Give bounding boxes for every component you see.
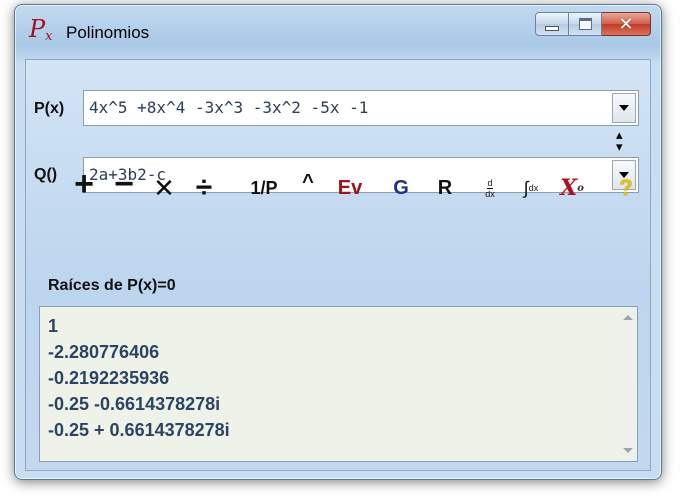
results-title: Raíces de P(x)=0 xyxy=(48,277,176,294)
roots-button[interactable]: Xo xyxy=(558,172,586,204)
results-list-box[interactable]: 1 -2.280776406 -0.2192235936 -0.25 -0.66… xyxy=(39,306,638,462)
help-button[interactable]: ? xyxy=(616,172,636,204)
list-item[interactable]: -0.25 -0.6614378278i xyxy=(48,391,230,417)
help-icon: ? xyxy=(619,175,633,200)
divide-icon: ÷ xyxy=(195,171,213,204)
minimize-icon xyxy=(545,25,559,31)
r-label: R xyxy=(437,176,453,199)
window-title: Polinomios xyxy=(66,23,150,42)
p-polynomial-combo[interactable]: 4x^5 +8x^4 -3x^3 -3x^2 -5x -1 xyxy=(83,90,639,126)
roots-icon: X xyxy=(560,175,578,201)
app-logo-sub: x xyxy=(45,29,53,44)
scroll-down-icon[interactable] xyxy=(623,448,633,453)
r-button[interactable]: R xyxy=(434,172,456,204)
p-dropdown-button[interactable] xyxy=(612,93,636,123)
app-logo-letter: P xyxy=(29,15,46,43)
p-polynomial-input[interactable]: 4x^5 +8x^4 -3x^3 -3x^2 -5x -1 xyxy=(89,98,368,117)
close-button[interactable]: ✕ xyxy=(602,12,651,36)
power-icon: ^ xyxy=(302,170,314,193)
multiply-button[interactable]: ✕ xyxy=(151,172,177,204)
minimize-button[interactable] xyxy=(535,12,569,36)
power-button[interactable]: ^ xyxy=(300,166,316,198)
roots-sub: o xyxy=(577,182,584,194)
reciprocal-label: 1/P xyxy=(250,177,278,198)
maximize-icon xyxy=(578,18,592,30)
plus-icon: + xyxy=(74,164,94,203)
client-area: P(x) 4x^5 +8x^4 -3x^3 -3x^2 -5x -1 ▴ ▾ Q(… xyxy=(25,59,651,471)
integral-button[interactable]: ∫ dx xyxy=(516,172,546,204)
derivative-icon-bottom: dx xyxy=(485,188,495,199)
q-label: Q() xyxy=(34,166,58,183)
roots-list: 1 -2.280776406 -0.2192235936 -0.25 -0.66… xyxy=(48,313,230,443)
title-bar[interactable]: Px Polinomios ✕ xyxy=(15,5,661,51)
close-icon: ✕ xyxy=(618,14,634,34)
minus-icon: − xyxy=(114,164,134,203)
p-label: P(x) xyxy=(34,100,65,117)
evaluate-button[interactable]: Ev xyxy=(334,172,366,204)
window-controls: ✕ xyxy=(535,12,651,36)
list-item[interactable]: 1 xyxy=(48,313,230,339)
subtract-button[interactable]: − xyxy=(110,165,138,203)
list-item[interactable]: -0.2192235936 xyxy=(48,365,230,391)
g-label: G xyxy=(393,176,409,199)
chevron-down-icon xyxy=(619,105,629,111)
derivative-icon-top: d xyxy=(487,177,493,189)
list-item[interactable]: -0.25 + 0.6614378278i xyxy=(48,417,230,443)
vertical-scrollbar[interactable] xyxy=(619,307,637,461)
add-button[interactable]: + xyxy=(71,165,97,203)
derivative-button[interactable]: d dx xyxy=(478,172,502,204)
divide-button[interactable]: ÷ xyxy=(191,171,217,204)
reciprocal-button[interactable]: 1/P xyxy=(244,172,284,204)
scroll-up-icon[interactable] xyxy=(623,315,633,320)
multiply-icon: ✕ xyxy=(153,172,175,203)
integral-suffix: dx xyxy=(528,183,539,193)
maximize-button[interactable] xyxy=(569,12,602,36)
g-button[interactable]: G xyxy=(390,172,412,204)
swap-up-down-icon[interactable]: ▴ ▾ xyxy=(616,128,623,153)
app-logo-icon[interactable]: Px xyxy=(29,17,53,47)
list-item[interactable]: -2.280776406 xyxy=(48,339,230,365)
evaluate-label: Ev xyxy=(337,176,363,199)
app-window: Px Polinomios ✕ P(x) 4x^5 +8x^4 -3x^3 -3… xyxy=(14,4,662,480)
